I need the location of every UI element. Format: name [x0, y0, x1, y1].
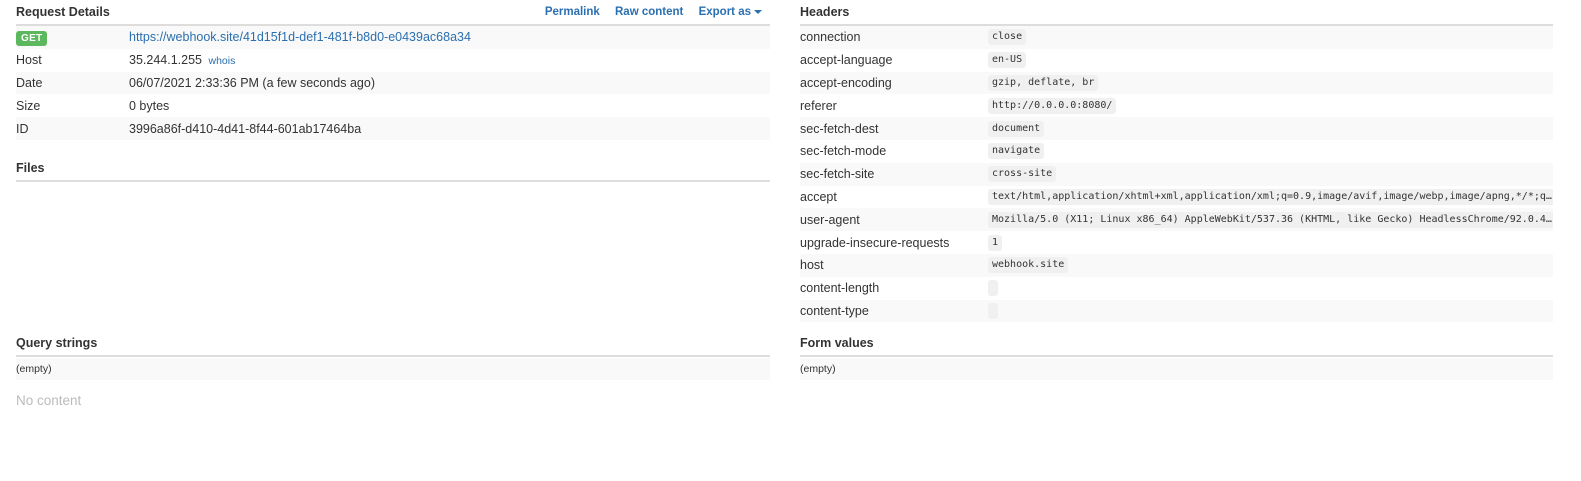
- detail-value: 0 bytes: [129, 98, 170, 113]
- header-row: accept-encoding gzip, deflate, br: [800, 71, 1553, 95]
- detail-row-size: Size 0 bytes: [16, 94, 770, 117]
- header-row: sec-fetch-dest document: [800, 117, 1553, 140]
- header-row: host webhook.site: [800, 253, 1553, 277]
- header-value: document: [988, 120, 1045, 137]
- header-value: webhook.site: [988, 257, 1069, 274]
- detail-row-id: ID 3996a86f-d410-4d41-8f44-601ab17464ba: [16, 117, 770, 140]
- header-key: content-length: [800, 281, 880, 296]
- chevron-down-icon: [754, 9, 762, 14]
- request-actions: Permalink Raw content Export as: [533, 0, 762, 24]
- right-column: Headers connection close accept-language…: [800, 0, 1553, 380]
- headers-header: Headers: [800, 0, 1553, 26]
- form-values-body: (empty): [800, 358, 1553, 380]
- request-details-title: Request Details: [16, 5, 110, 19]
- header-value: en-US: [988, 52, 1027, 69]
- header-value: [988, 280, 998, 297]
- detail-key: Size: [16, 98, 41, 113]
- header-key: content-type: [800, 303, 869, 318]
- form-values-title: Form values: [800, 336, 874, 350]
- header-row: content-length: [800, 277, 1553, 300]
- detail-value-host: 35.244.1.255 whois: [129, 53, 770, 67]
- host-ip: 35.244.1.255: [129, 53, 202, 68]
- header-row: sec-fetch-site cross-site: [800, 162, 1553, 186]
- header-value: close: [988, 29, 1027, 46]
- header-key: referer: [800, 98, 837, 113]
- header-key: sec-fetch-mode: [800, 144, 887, 159]
- header-key: accept: [800, 189, 837, 204]
- detail-row-date: Date 06/07/2021 2:33:36 PM (a few second…: [16, 71, 770, 95]
- header-value: text/html,application/xhtml+xml,applicat…: [988, 188, 1553, 205]
- url-cell: https://webhook.site/41d15f1d-def1-481f-…: [129, 30, 770, 44]
- detail-key: Host: [16, 53, 42, 68]
- detail-key: Date: [16, 75, 43, 90]
- request-details-header: Request Details Permalink Raw content Ex…: [16, 0, 770, 26]
- header-key: host: [800, 258, 824, 273]
- header-value: Mozilla/5.0 (X11; Linux x86_64) AppleWeb…: [988, 211, 1553, 228]
- header-row: user-agent Mozilla/5.0 (X11; Linux x86_6…: [800, 208, 1553, 232]
- header-key: accept-language: [800, 53, 893, 68]
- files-header: Files: [16, 156, 770, 182]
- header-key: connection: [800, 30, 861, 45]
- export-as-dropdown[interactable]: Export as: [699, 6, 762, 18]
- header-row: accept-language en-US: [800, 49, 1553, 72]
- headers-title: Headers: [800, 5, 850, 19]
- raw-content-link[interactable]: Raw content: [615, 6, 683, 18]
- request-url-link[interactable]: https://webhook.site/41d15f1d-def1-481f-…: [129, 30, 471, 44]
- query-strings-header: Query strings: [16, 331, 770, 357]
- query-strings-body: (empty) No content: [16, 358, 770, 408]
- header-row: content-type: [800, 299, 1553, 323]
- form-values-header: Form values: [800, 331, 1553, 357]
- header-value: gzip, deflate, br: [988, 74, 1099, 91]
- header-value: navigate: [988, 143, 1045, 160]
- permalink-link[interactable]: Permalink: [545, 6, 600, 18]
- header-row: connection close: [800, 26, 1553, 49]
- request-url-row: GET https://webhook.site/41d15f1d-def1-4…: [16, 26, 770, 49]
- form-values-empty: (empty): [800, 358, 1553, 380]
- detail-value: 06/07/2021 2:33:36 PM (a few seconds ago…: [129, 75, 375, 90]
- left-column: Request Details Permalink Raw content Ex…: [16, 0, 770, 408]
- export-as-label: Export as: [698, 6, 751, 18]
- header-key: accept-encoding: [800, 75, 892, 90]
- detail-value: 3996a86f-d410-4d41-8f44-601ab17464ba: [129, 121, 362, 136]
- whois-link[interactable]: whois: [208, 55, 235, 67]
- header-value: 1: [988, 234, 1003, 251]
- header-value: http://0.0.0.0:8080/: [988, 97, 1117, 114]
- detail-row-host: Host 35.244.1.255 whois: [16, 49, 770, 72]
- header-value: [988, 302, 998, 319]
- header-row: accept text/html,application/xhtml+xml,a…: [800, 186, 1553, 209]
- header-key: sec-fetch-site: [800, 167, 875, 182]
- header-key: sec-fetch-dest: [800, 121, 879, 136]
- files-title: Files: [16, 160, 45, 175]
- header-row: sec-fetch-mode navigate: [800, 140, 1553, 163]
- detail-key: ID: [16, 121, 29, 136]
- header-key: upgrade-insecure-requests: [800, 235, 950, 250]
- query-strings-title: Query strings: [16, 336, 98, 350]
- header-key: user-agent: [800, 212, 860, 227]
- method-badge: GET: [16, 31, 48, 47]
- header-row: referer http://0.0.0.0:8080/: [800, 94, 1553, 117]
- no-content-text: No content: [16, 393, 82, 408]
- header-value: cross-site: [988, 166, 1057, 183]
- header-row: upgrade-insecure-requests 1: [800, 231, 1553, 254]
- method-cell: GET: [16, 30, 129, 47]
- query-strings-empty: (empty): [16, 358, 770, 380]
